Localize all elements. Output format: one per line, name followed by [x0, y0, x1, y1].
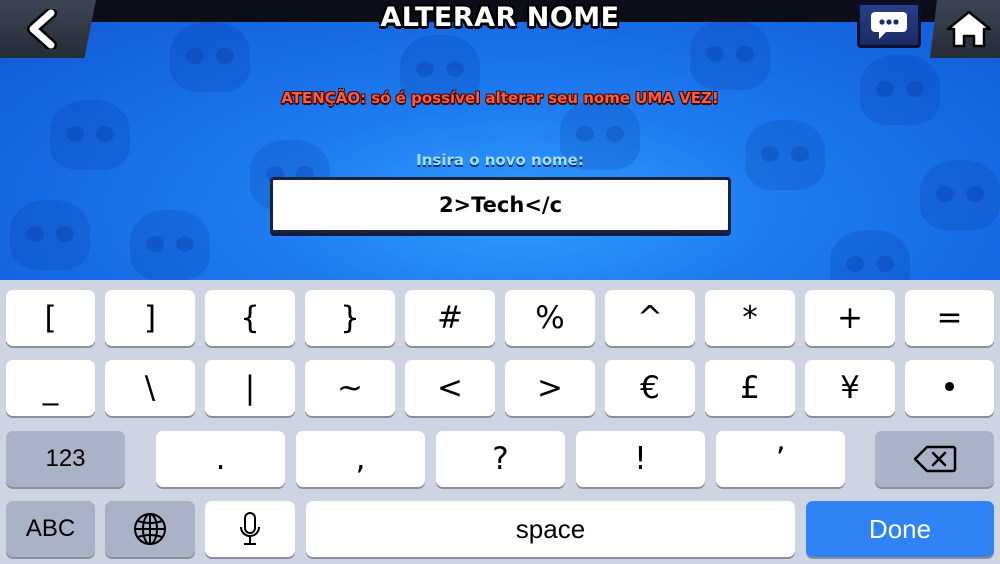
microphone-icon — [240, 512, 260, 545]
key-apostrophe[interactable]: ’ — [716, 431, 845, 487]
key-pound[interactable]: £ — [705, 360, 795, 416]
skull-pattern-icon — [130, 210, 210, 280]
home-button[interactable] — [930, 0, 1000, 58]
key-left-brace[interactable]: { — [205, 290, 295, 346]
key-period[interactable]: . — [156, 431, 285, 487]
abc-key[interactable]: ABC — [6, 501, 95, 557]
skull-pattern-icon — [10, 200, 90, 270]
key-percent[interactable]: % — [505, 290, 595, 346]
backspace-icon — [913, 445, 956, 473]
globe-key[interactable] — [105, 501, 195, 557]
key-right-bracket[interactable]: ] — [105, 290, 195, 346]
skull-pattern-icon — [830, 230, 910, 280]
key-equals[interactable]: = — [905, 290, 994, 346]
key-less-than[interactable]: < — [405, 360, 495, 416]
new-name-input[interactable]: 2>Tech</c — [270, 177, 731, 233]
delete-key[interactable] — [875, 431, 994, 487]
key-question[interactable]: ? — [436, 431, 565, 487]
space-key[interactable]: space — [306, 501, 795, 557]
key-comma[interactable]: , — [296, 431, 425, 487]
done-key[interactable]: Done — [806, 501, 994, 557]
key-plus[interactable]: + — [805, 290, 895, 346]
key-underscore[interactable]: _ — [6, 360, 95, 416]
key-tilde[interactable]: ~ — [305, 360, 395, 416]
key-bullet[interactable]: • — [905, 360, 994, 416]
key-euro[interactable]: € — [605, 360, 695, 416]
key-pipe[interactable]: | — [205, 360, 295, 416]
key-exclamation[interactable]: ! — [576, 431, 705, 487]
game-screen: ALTERAR NOME ATENÇÃO: só é possível alte… — [0, 0, 1000, 280]
key-backslash[interactable]: \ — [105, 360, 195, 416]
key-caret[interactable]: ^ — [605, 290, 695, 346]
home-icon — [946, 10, 992, 48]
key-yen[interactable]: ¥ — [805, 360, 895, 416]
chat-bubble-icon — [871, 12, 907, 39]
numbers-mode-key[interactable]: 123 — [6, 431, 125, 487]
chat-button[interactable] — [857, 2, 921, 48]
key-greater-than[interactable]: > — [505, 360, 595, 416]
globe-icon — [134, 513, 166, 545]
name-prompt-label: Insira o novo nome: — [416, 151, 584, 169]
skull-pattern-icon — [920, 160, 1000, 230]
page-title: ALTERAR NOME — [380, 2, 620, 33]
key-right-brace[interactable]: } — [305, 290, 395, 346]
key-asterisk[interactable]: * — [705, 290, 795, 346]
onscreen-keyboard: [ ] { } # % ^ * + = _ \ | ~ < > € £ ¥ • … — [0, 280, 1000, 564]
warning-message: ATENÇÃO: só é possível alterar seu nome … — [281, 89, 719, 107]
key-left-bracket[interactable]: [ — [6, 290, 95, 346]
background-pattern — [0, 0, 1000, 280]
key-hash[interactable]: # — [405, 290, 495, 346]
dictation-key[interactable] — [205, 501, 295, 557]
